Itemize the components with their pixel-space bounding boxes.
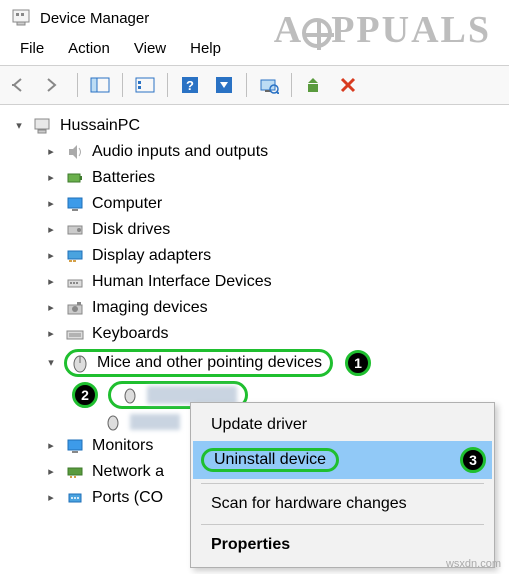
chevron-right-icon[interactable]: ▸ [44,297,58,319]
update-driver-button[interactable] [299,70,329,100]
tree-item-label: Disk drives [92,219,170,241]
tree-root-label: HussainPC [60,115,140,137]
tree-item-hid[interactable]: ▸ Human Interface Devices [6,269,503,295]
tree-item-label: Imaging devices [92,297,208,319]
menu-view[interactable]: View [124,38,176,59]
network-icon [64,463,86,481]
ctx-item-label: Scan for hardware changes [211,495,407,512]
tree-item-label: Batteries [92,167,155,189]
keyboard-icon [64,325,86,343]
ctx-item-label: Properties [211,536,290,553]
uninstall-button[interactable] [333,70,363,100]
monitor-icon [64,195,86,213]
back-button[interactable] [6,70,36,100]
ctx-scan-hardware[interactable]: Scan for hardware changes [193,488,492,520]
ctx-properties[interactable]: Properties [193,529,492,561]
svg-text:?: ? [186,78,194,93]
mouse-icon [119,386,141,404]
menu-bar: File Action View Help [0,32,509,65]
tree-item-keyboards[interactable]: ▸ Keyboards [6,321,503,347]
tree-item-mice[interactable]: ▾ Mice and other pointing devices 1 [6,347,503,379]
tree-item-label: Mice and other pointing devices [97,352,322,374]
menu-file[interactable]: File [10,38,54,59]
scan-hardware-button[interactable] [254,70,284,100]
menu-help[interactable]: Help [180,38,231,59]
chevron-right-icon[interactable]: ▸ [44,435,58,457]
tree-item-display[interactable]: ▸ Display adapters [6,243,503,269]
forward-button[interactable] [40,70,70,100]
window-title: Device Manager [40,10,149,27]
toolbar-separator [122,73,123,97]
chevron-right-icon[interactable]: ▸ [44,219,58,241]
device-manager-icon [10,8,32,28]
ctx-update-driver[interactable]: Update driver [193,409,492,441]
toolbar-separator [291,73,292,97]
display-adapter-icon [64,247,86,265]
disk-icon [64,221,86,239]
battery-icon [64,169,86,187]
show-hide-tree-button[interactable] [85,70,115,100]
tree-item-label: Human Interface Devices [92,271,272,293]
monitor-icon [64,437,86,455]
ctx-separator [201,483,484,484]
port-icon [64,489,86,507]
chevron-right-icon[interactable]: ▸ [44,193,58,215]
tree-item-label: Display adapters [92,245,211,267]
toolbar-separator [77,73,78,97]
step-badge-2: 2 [72,382,98,408]
ctx-item-label: Update driver [211,416,307,433]
blurred-device-name [130,414,180,430]
step-badge-3: 3 [460,447,486,473]
tree-item-disk[interactable]: ▸ Disk drives [6,217,503,243]
tree-item-label: Keyboards [92,323,169,345]
chevron-down-icon[interactable]: ▾ [44,352,58,374]
tree-item-audio[interactable]: ▸ Audio inputs and outputs [6,139,503,165]
tree-item-label: Computer [92,193,162,215]
chevron-right-icon[interactable]: ▸ [44,245,58,267]
tree-item-label: Audio inputs and outputs [92,141,268,163]
toolbar: ? [0,65,509,105]
tree-item-label: Ports (CO [92,487,163,509]
mouse-icon [69,353,91,373]
properties-button[interactable] [130,70,160,100]
help-button[interactable]: ? [175,70,205,100]
toolbar-separator [246,73,247,97]
chevron-down-icon[interactable]: ▾ [12,115,26,137]
chevron-right-icon[interactable]: ▸ [44,323,58,345]
ctx-uninstall-device[interactable]: Uninstall device 3 [193,441,492,479]
tree-item-label: Monitors [92,435,153,457]
context-menu: Update driver Uninstall device 3 Scan fo… [190,402,495,568]
tree-item-computer[interactable]: ▸ Computer [6,191,503,217]
computer-icon [32,117,54,135]
chevron-right-icon[interactable]: ▸ [44,167,58,189]
action-arrow-button[interactable] [209,70,239,100]
toolbar-separator [167,73,168,97]
chevron-right-icon[interactable]: ▸ [44,141,58,163]
chevron-right-icon[interactable]: ▸ [44,461,58,483]
hid-icon [64,273,86,291]
title-bar: Device Manager [0,0,509,32]
speaker-icon [64,143,86,161]
camera-icon [64,299,86,317]
chevron-right-icon[interactable]: ▸ [44,271,58,293]
footer-watermark: wsxdn.com [446,558,501,570]
tree-item-batteries[interactable]: ▸ Batteries [6,165,503,191]
tree-root[interactable]: ▾ HussainPC [6,113,503,139]
ctx-separator [201,524,484,525]
mouse-icon [102,413,124,431]
tree-item-imaging[interactable]: ▸ Imaging devices [6,295,503,321]
menu-action[interactable]: Action [58,38,120,59]
step-badge-1: 1 [345,350,371,376]
ctx-item-label: Uninstall device [214,451,326,468]
chevron-right-icon[interactable]: ▸ [44,487,58,509]
tree-item-label: Network a [92,461,164,483]
